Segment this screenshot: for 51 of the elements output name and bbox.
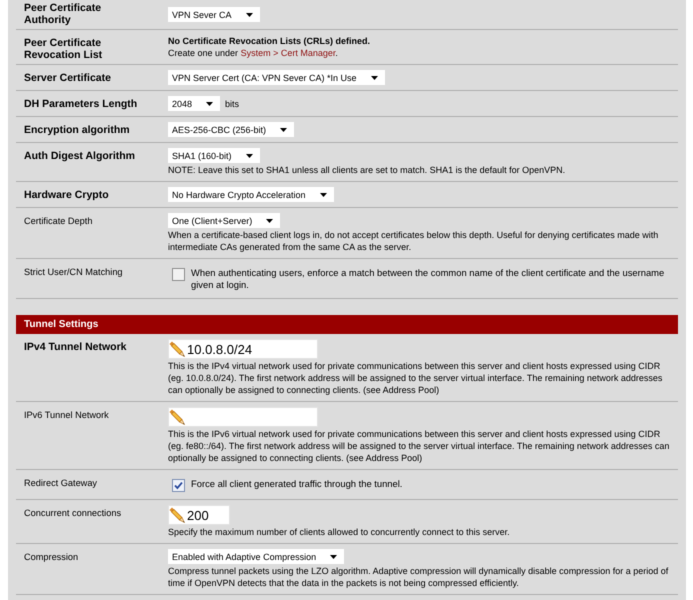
field-label: IPv6 Tunnel Network xyxy=(23,409,110,422)
checkbox[interactable] xyxy=(172,479,185,492)
caret-icon xyxy=(246,154,253,158)
dropdown[interactable]: SHA1 (160-bit) xyxy=(168,148,260,163)
field-label: Redirect Gateway xyxy=(23,477,98,490)
field-label: Compression xyxy=(23,551,80,564)
text-field[interactable] xyxy=(168,407,318,427)
pencil-icon xyxy=(169,507,185,523)
dropdown[interactable]: No Hardware Crypto Acceleration xyxy=(168,187,334,202)
dropdown[interactable]: One (Client+Server) xyxy=(168,213,280,228)
checkbox-label: When authenticating users, enforce a match between the common name of the client certificate and the username given at login. xyxy=(191,267,666,291)
dropdown[interactable]: 2048 xyxy=(168,96,220,111)
caret-icon xyxy=(246,12,253,16)
field-label: Hardware Crypto xyxy=(23,188,110,203)
help-text: Compress tunnel packets using the LZO algorithm. Adaptive compression will dynamically disable compression for a period of time if OpenVPN detects that the data in the packets is not being compressed efficiently. xyxy=(168,565,670,589)
pencil-icon xyxy=(169,409,185,425)
pencil-icon xyxy=(169,341,185,357)
field-label: Peer Certificate Authority xyxy=(23,1,102,28)
field-label: DH Parameters Length xyxy=(23,97,138,112)
link[interactable]: System > Cert Manager xyxy=(240,48,336,58)
help-text: This is the IPv4 virtual network used for private communications between this server and client hosts expressed using CIDR (eg. 10.0.8.0/24). The first network address will be assigned to the server virtual interface. The remaining network addresses can optionally be assigned to connecting clients. (see Address Pool) xyxy=(168,360,664,396)
dropdown[interactable]: Enabled with Adaptive Compression xyxy=(168,549,344,564)
field-label: IPv4 Tunnel Network xyxy=(23,340,128,355)
caret-icon xyxy=(320,192,327,196)
help-text: Specify the maximum number of clients allowed to concurrently connect to this server. xyxy=(168,526,511,538)
help-text: NOTE: Leave this set to SHA1 unless all clients are set to match. SHA1 is the default for OpenVPN. xyxy=(168,164,566,176)
checkbox-label: Force all client generated traffic through the tunnel. xyxy=(191,478,402,490)
checkbox[interactable] xyxy=(172,268,185,281)
caret-icon xyxy=(266,218,274,222)
field-label: Server Certificate xyxy=(23,71,112,86)
section-header: Tunnel Settings xyxy=(16,315,678,334)
field-label: Strict User/CN Matching xyxy=(23,266,124,279)
dropdown[interactable]: AES-256-CBC (256-bit) xyxy=(168,122,294,137)
dropdown[interactable]: VPN Sever CA xyxy=(168,7,260,22)
field-label: Encryption algorithm xyxy=(23,123,131,138)
field-label: Auth Digest Algorithm xyxy=(23,149,136,164)
caret-icon xyxy=(370,76,378,80)
help-text: When a certificate-based client logs in, do not accept certificates below this depth. Useful for denying certificates made with intermediate CAs generated from the same CA as the server. xyxy=(168,229,660,253)
text-field[interactable]: 200 xyxy=(168,505,230,525)
dropdown[interactable]: VPN Server Cert (CA: VPN Sever CA) *In Use xyxy=(168,70,385,85)
caret-icon xyxy=(206,102,214,106)
help-text: This is the IPv6 virtual network used for private communications between this server and client hosts expressed using CIDR (eg. fe80::/64). The first network address will be assigned to the server virtual interface. The remaining network addresses can optionally be assigned to connecting clients. (see Address Pool) xyxy=(168,428,670,464)
status-message: No Certificate Revocation Lists (CRLs) defined. xyxy=(168,35,372,47)
field-label: Concurrent connections xyxy=(23,507,122,520)
caret-icon xyxy=(330,554,338,558)
field-label: Certificate Depth xyxy=(23,215,94,228)
caret-icon xyxy=(280,128,288,132)
unit-label: bits xyxy=(225,98,240,110)
help-text: Create one under System > Cert Manager. xyxy=(168,47,339,59)
field-label: Peer Certificate Revocation List xyxy=(23,36,104,63)
text-field[interactable]: 10.0.8.0/24 xyxy=(168,339,318,359)
